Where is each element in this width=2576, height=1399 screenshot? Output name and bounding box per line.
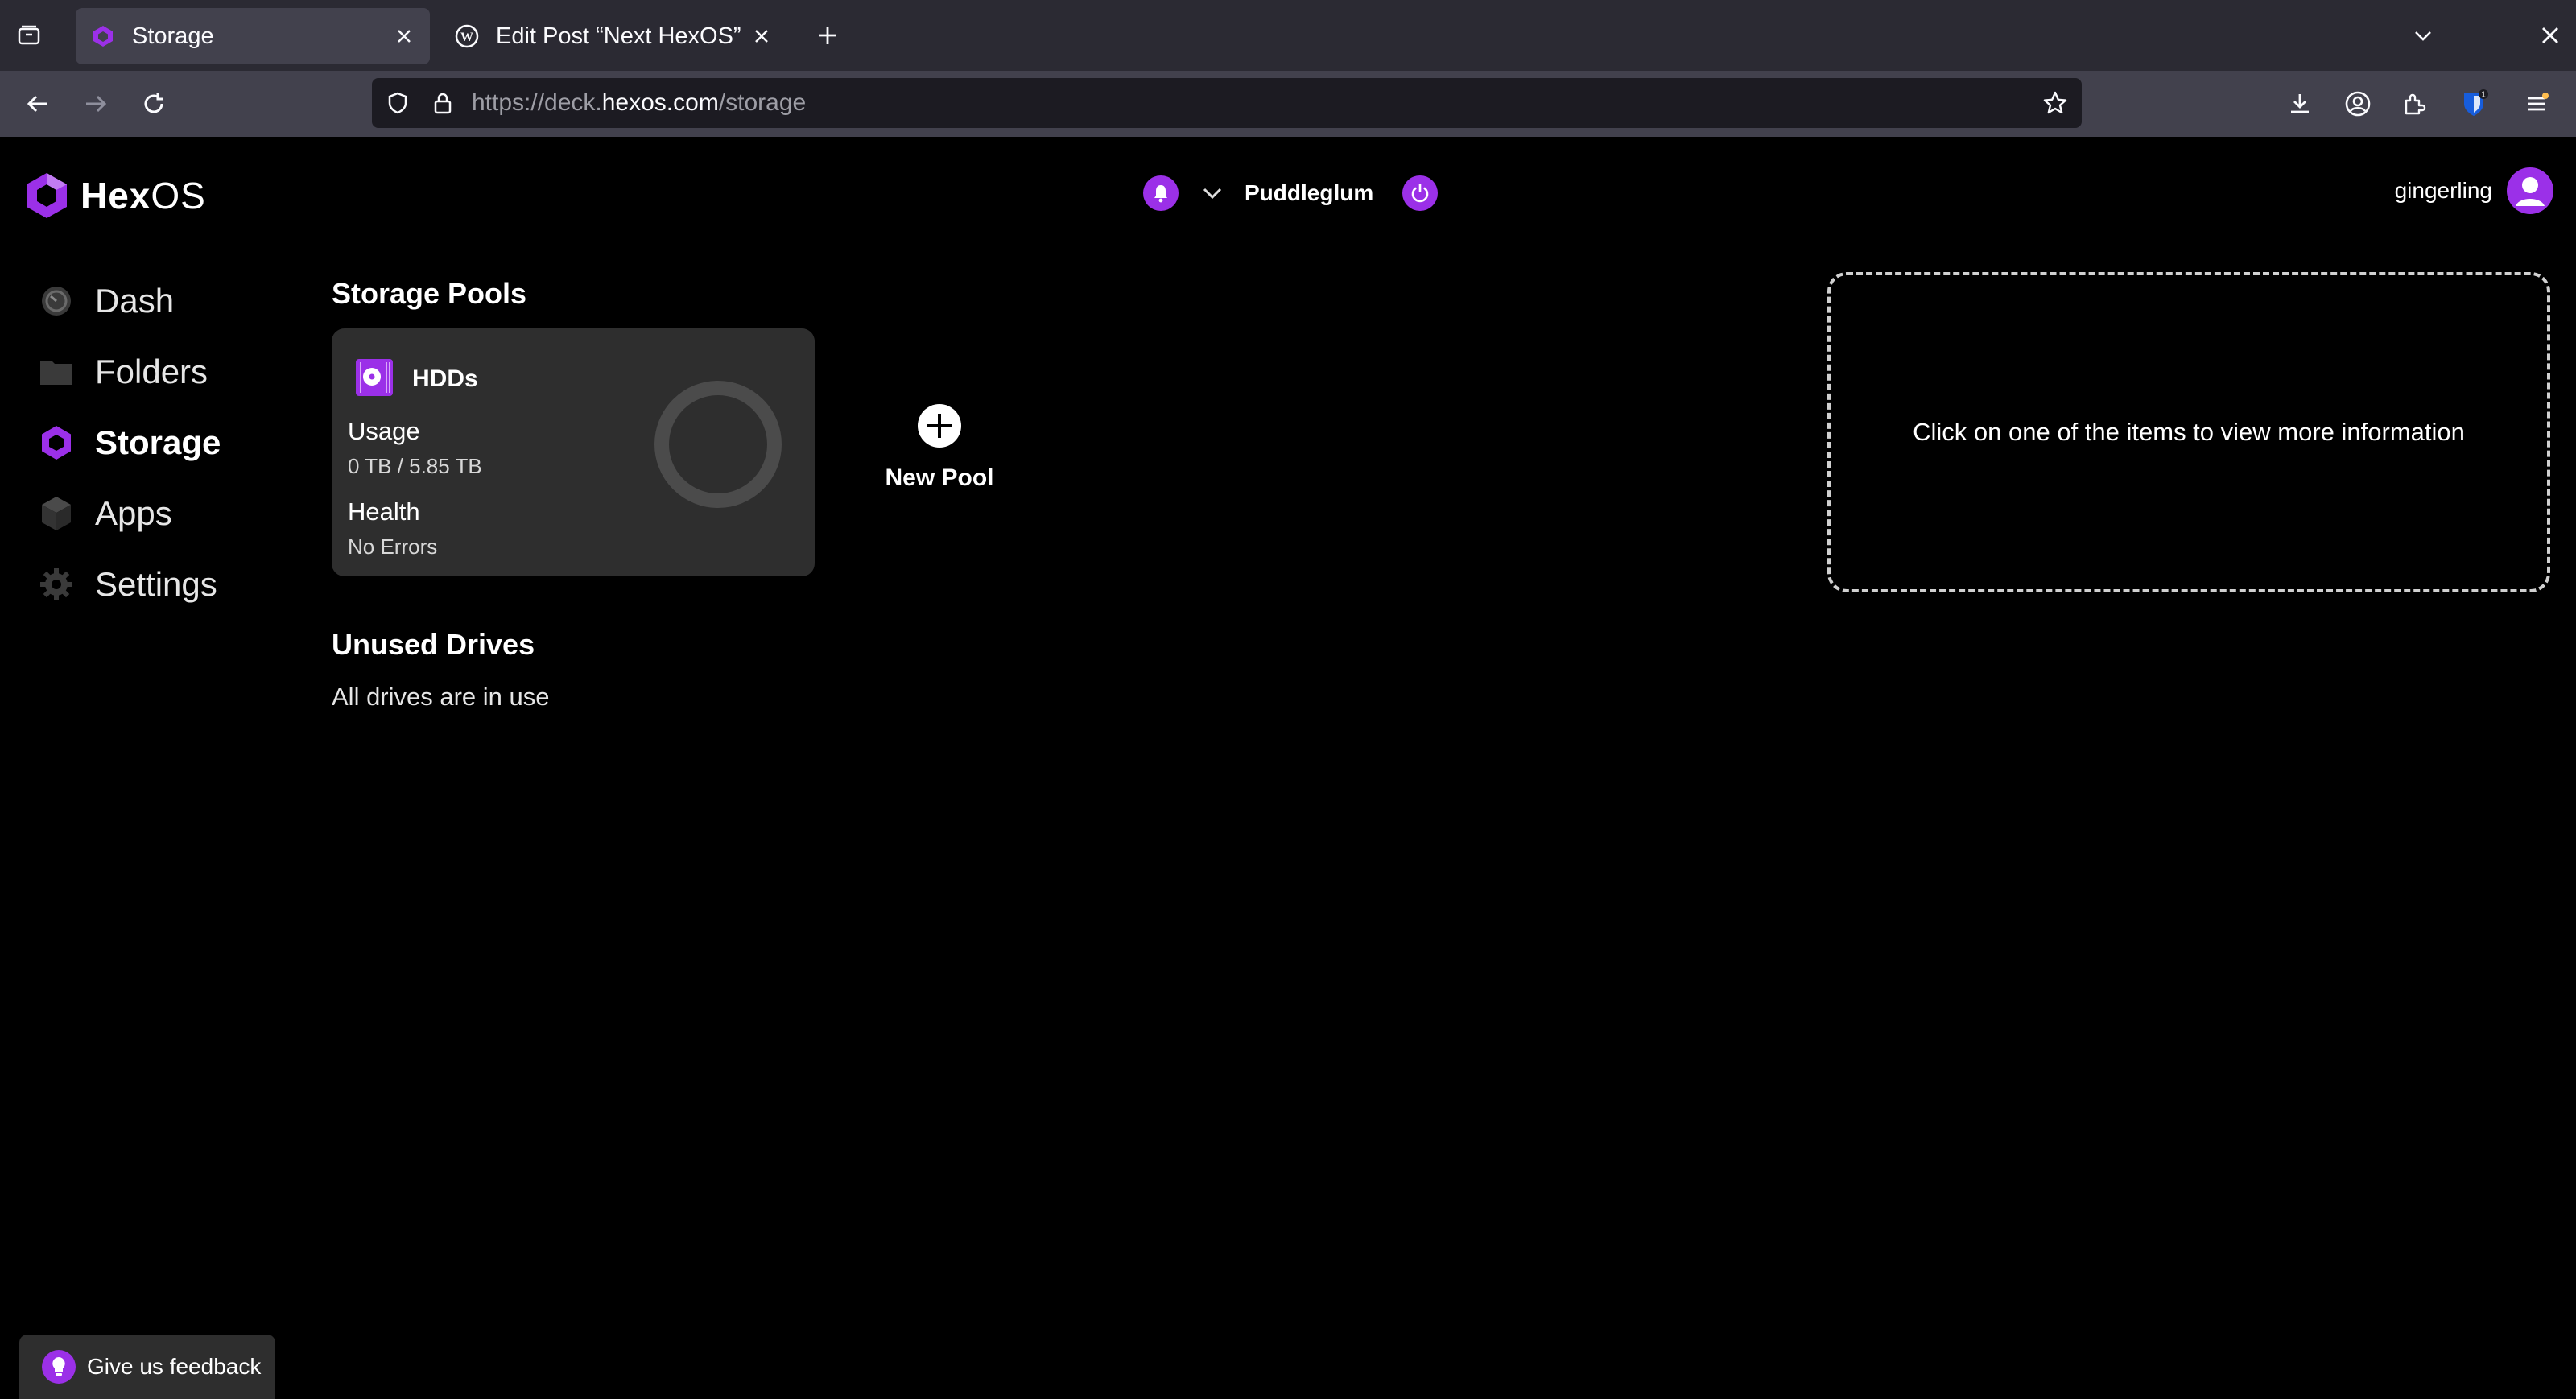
bookmark-star-icon[interactable] [2040,88,2070,118]
sidebar-item-label: Storage [95,423,221,461]
hexos-favicon-icon [90,23,116,49]
feedback-button[interactable]: Give us feedback [19,1335,275,1399]
pool-usage-label: Usage [348,417,420,445]
lock-icon[interactable] [428,89,457,118]
url-text: https://deck.hexos.com/storage [472,89,806,117]
url-host: hexos.com [601,89,719,116]
server-name[interactable]: Puddleglum [1245,180,1373,206]
wordpress-favicon-icon: W [454,23,480,49]
sidebar-item-storage[interactable]: Storage [35,407,221,478]
sidebar-item-label: Apps [95,494,172,532]
cube-icon [35,493,77,534]
unused-drives-heading: Unused Drives [332,628,535,661]
browser-tab-bar: Storage W Edit Post “Next HexOS” ‹ Al [0,0,2576,71]
unused-drives-message: All drives are in use [332,683,550,711]
add-circle-icon [918,404,961,448]
pool-card-hdds[interactable]: HDDs Usage 0 TB / 5.85 TB Health No Erro… [332,328,815,576]
tab-title: Edit Post “Next HexOS” ‹ Al [496,23,745,49]
tab-close-icon[interactable] [745,20,778,52]
svg-text:W: W [460,31,473,44]
sidebar-item-label: Folders [95,353,208,390]
pool-health-label: Health [348,497,420,526]
hard-drive-icon [354,357,394,398]
tracking-protection-shield-icon[interactable] [383,89,412,118]
list-all-tabs-chevron-icon[interactable] [2407,19,2439,52]
url-path: /storage [718,89,807,116]
url-prefix: https://deck. [472,89,602,116]
tab-storage[interactable]: Storage [76,8,430,64]
tab-close-icon[interactable] [388,20,420,52]
back-arrow-icon[interactable] [19,85,56,122]
extensions-icon[interactable] [2396,85,2433,122]
dashboard-gauge-icon [35,280,77,322]
storage-pools-heading: Storage Pools [332,277,527,310]
tab-list-icon[interactable] [14,21,43,50]
brand-wordmark: HexOS [80,174,206,217]
reload-icon[interactable] [135,85,172,122]
browser-toolbar: https://deck.hexos.com/storage 1 [0,71,2576,138]
server-dropdown-chevron-icon[interactable] [1196,177,1228,209]
server-selector: Puddleglum [1143,174,1439,213]
address-bar[interactable]: https://deck.hexos.com/storage [372,78,2082,128]
sidebar-item-label: Dash [95,282,175,320]
power-icon[interactable] [1402,175,1439,211]
sidebar-item-settings[interactable]: Settings [35,549,221,620]
brand-hex: Hex [80,175,151,217]
brand-os: OS [151,175,206,217]
pool-usage-ring-track [654,381,782,508]
hexagon-icon [35,422,77,464]
bitwarden-extension-icon[interactable]: 1 [2455,85,2492,122]
notifications-bell-icon[interactable] [1143,175,1179,211]
new-pool-button[interactable]: New Pool [879,402,1000,492]
new-tab-icon[interactable] [810,18,845,53]
tab-edit-post[interactable]: W Edit Post “Next HexOS” ‹ Al [440,8,787,64]
pool-usage-value: 0 TB / 5.85 TB [348,454,482,478]
details-placeholder-text: Click on one of the items to view more i… [1913,418,2465,446]
username: gingerling [2394,178,2492,203]
lightbulb-icon [42,1350,76,1384]
sidebar-item-dash[interactable]: Dash [35,266,221,336]
user-menu[interactable]: gingerling [2395,167,2553,214]
sidebar: Dash Folders Storage Apps Settings [35,266,221,620]
account-icon[interactable] [2339,85,2376,122]
tab-title: Storage [132,23,214,49]
sidebar-item-folders[interactable]: Folders [35,336,221,407]
downloads-icon[interactable] [2281,85,2318,122]
avatar[interactable] [2507,167,2553,214]
feedback-label: Give us feedback [87,1354,262,1379]
forward-arrow-icon[interactable] [77,85,114,122]
pool-name: HDDs [412,365,478,392]
folder-icon [35,351,77,393]
sidebar-item-label: Settings [95,565,217,603]
user-avatar-icon [2516,177,2545,206]
pool-health-value: No Errors [348,534,438,559]
gear-icon [35,563,77,605]
svg-text:1: 1 [2481,91,2486,100]
new-pool-label: New Pool [885,464,994,491]
hexos-app: HexOS Puddleglum gingerling Dash Folders… [0,137,2576,1399]
sidebar-item-apps[interactable]: Apps [35,478,221,549]
pool-usage-ring [654,381,782,508]
hexos-logo-icon [27,173,67,218]
hexos-logo[interactable]: HexOS [24,171,206,221]
window-close-icon[interactable] [2533,18,2568,53]
app-menu-icon[interactable] [2518,85,2555,122]
details-panel: Click on one of the items to view more i… [1827,272,2550,592]
